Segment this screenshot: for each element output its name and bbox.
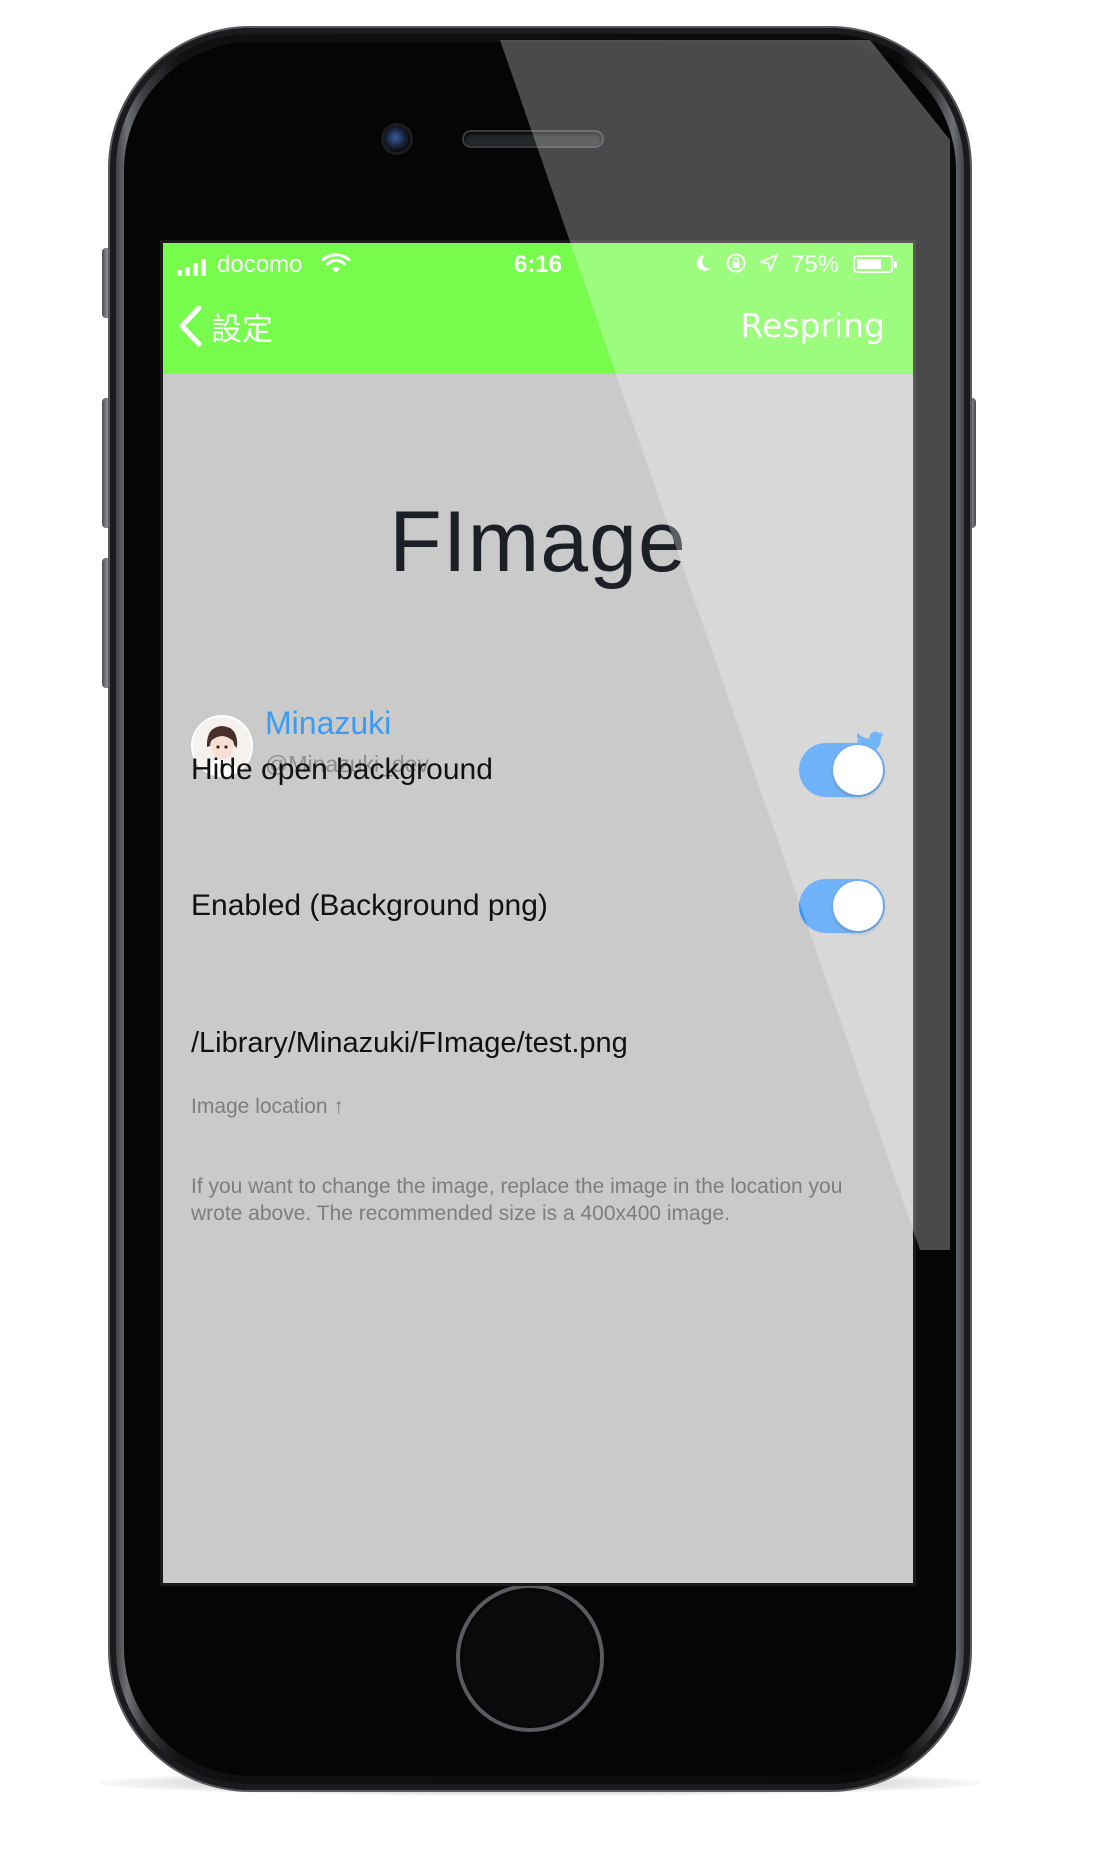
phone-screen: docomo 6:16 75% 設定 Respring FImage Minaz… bbox=[160, 240, 916, 1586]
navigation-bar: docomo 6:16 75% 設定 Respring bbox=[163, 243, 913, 374]
chevron-left-icon bbox=[179, 305, 202, 347]
battery-icon bbox=[853, 255, 893, 273]
toggle-knob bbox=[833, 745, 883, 795]
battery-percentage: 75% bbox=[791, 251, 840, 278]
toggle-knob bbox=[833, 881, 883, 931]
back-button[interactable]: 設定 bbox=[177, 301, 273, 351]
battery-cap bbox=[894, 261, 897, 268]
battery-level-fill bbox=[857, 259, 881, 269]
location-arrow-icon bbox=[760, 254, 778, 272]
setting-row-hide-open-background: Hide open background bbox=[163, 727, 913, 817]
setting-label: Hide open background bbox=[191, 753, 493, 786]
front-camera bbox=[384, 126, 410, 152]
info-text: If you want to change the image, replace… bbox=[191, 1175, 843, 1225]
status-bar: docomo 6:16 75% bbox=[163, 243, 913, 283]
setting-label: Enabled (Background png) bbox=[191, 889, 548, 922]
respring-button[interactable]: Respring bbox=[741, 301, 886, 351]
app-title: FImage bbox=[389, 494, 687, 590]
setting-row-enabled-background-png: Enabled (Background png) bbox=[163, 863, 913, 953]
hide-open-background-toggle[interactable] bbox=[799, 743, 885, 797]
back-button-label: 設定 bbox=[211, 311, 273, 348]
do-not-disturb-moon-icon bbox=[696, 254, 711, 271]
enabled-background-png-toggle[interactable] bbox=[799, 879, 885, 933]
image-path-field[interactable] bbox=[191, 1027, 885, 1060]
earpiece-speaker bbox=[464, 132, 602, 146]
device-mockup: docomo 6:16 75% 設定 Respring FImage Minaz… bbox=[0, 0, 1100, 1850]
rotation-lock-icon bbox=[726, 253, 746, 273]
home-button[interactable] bbox=[460, 1588, 600, 1728]
image-location-caption: Image location ↑ bbox=[191, 1095, 344, 1118]
